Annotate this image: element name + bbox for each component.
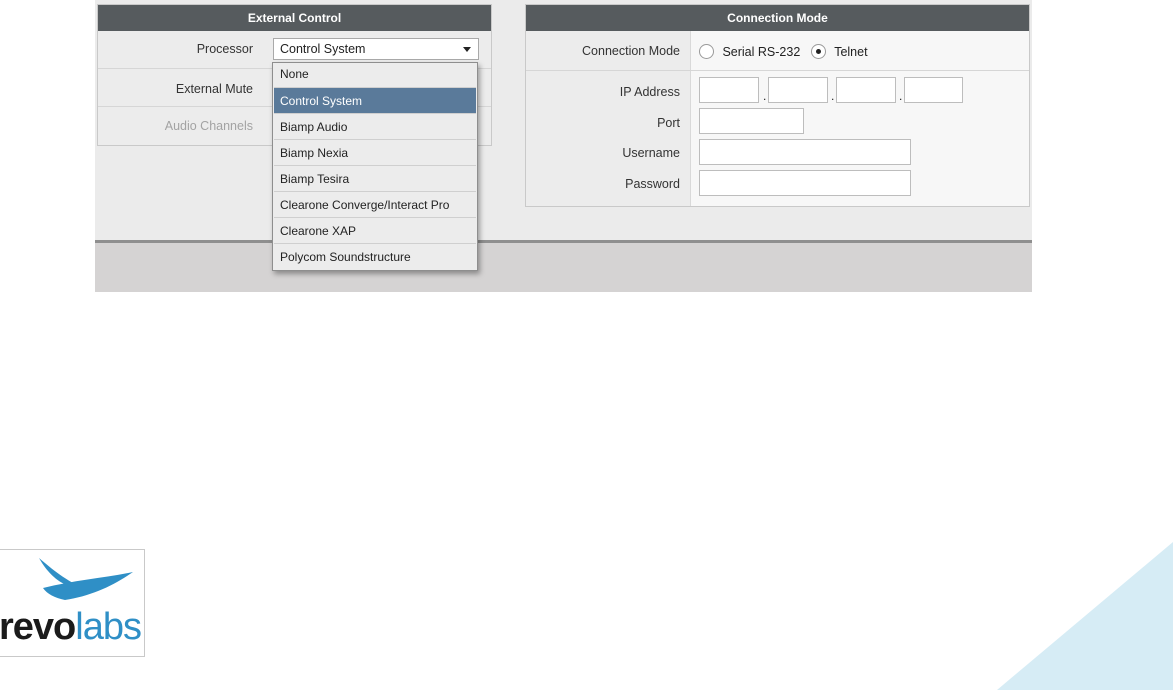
option-polycom-soundstructure[interactable]: Polycom Soundstructure xyxy=(274,244,476,270)
port-label: Port xyxy=(657,116,680,130)
serial-radio-label: Serial RS-232 xyxy=(722,44,801,59)
option-control-system[interactable]: Control System xyxy=(274,88,476,114)
option-biamp-nexia[interactable]: Biamp Nexia xyxy=(274,140,476,166)
ip-address-label: IP Address xyxy=(619,85,680,99)
revolabs-logo: revolabs xyxy=(0,549,145,657)
ip-octet-4-input[interactable] xyxy=(904,77,963,103)
ip-octet-1-input[interactable] xyxy=(699,77,759,103)
telnet-radio[interactable] xyxy=(810,44,826,60)
external-mute-label: External Mute xyxy=(175,82,253,96)
option-clearone-converge[interactable]: Clearone Converge/Interact Pro xyxy=(274,192,476,218)
option-none[interactable]: None xyxy=(274,63,476,88)
username-input[interactable] xyxy=(699,139,911,165)
option-biamp-audio[interactable]: Biamp Audio xyxy=(274,114,476,140)
ip-octet-3-input[interactable] xyxy=(836,77,896,103)
ip-separator-2: . xyxy=(831,89,835,103)
ip-separator-3: . xyxy=(899,89,903,103)
connection-mode-panel: Connection Mode Connection Mode Serial R… xyxy=(525,4,1030,207)
password-label: Password xyxy=(625,177,680,191)
processor-select-value: Control System xyxy=(280,42,366,56)
username-label: Username xyxy=(622,146,680,160)
logo-wave-icon xyxy=(39,558,133,600)
ip-separator-1: . xyxy=(763,89,767,103)
logo-wordmark: revolabs xyxy=(0,606,142,649)
app-frame: External Control Processor Control Syste… xyxy=(95,0,1032,292)
processor-select[interactable]: Control System xyxy=(273,38,479,60)
connection-mode-title: Connection Mode xyxy=(526,5,1029,31)
processor-label: Processor xyxy=(196,42,253,56)
option-biamp-tesira[interactable]: Biamp Tesira xyxy=(274,166,476,192)
external-control-title: External Control xyxy=(98,5,491,31)
password-input[interactable] xyxy=(699,170,911,196)
corner-decoration xyxy=(997,542,1173,690)
port-input[interactable] xyxy=(699,108,804,134)
option-clearone-xap[interactable]: Clearone XAP xyxy=(274,218,476,244)
chevron-down-icon xyxy=(463,47,471,52)
connection-mode-label: Connection Mode xyxy=(582,44,680,58)
logo-text-light: labs xyxy=(75,606,142,648)
serial-radio[interactable] xyxy=(699,44,714,60)
mode-radio-group: Serial RS-232 Telnet xyxy=(699,43,868,61)
logo-text-dark: revo xyxy=(0,606,76,648)
telnet-radio-label: Telnet xyxy=(834,44,868,59)
connection-mode-row: Connection Mode Serial RS-232 Telnet xyxy=(526,31,1029,71)
audio-channels-label: Audio Channels xyxy=(164,119,253,133)
ip-octet-2-input[interactable] xyxy=(768,77,828,103)
footer-bar xyxy=(95,240,1032,292)
processor-dropdown-list: None Control System Biamp Audio Biamp Ne… xyxy=(272,62,478,271)
